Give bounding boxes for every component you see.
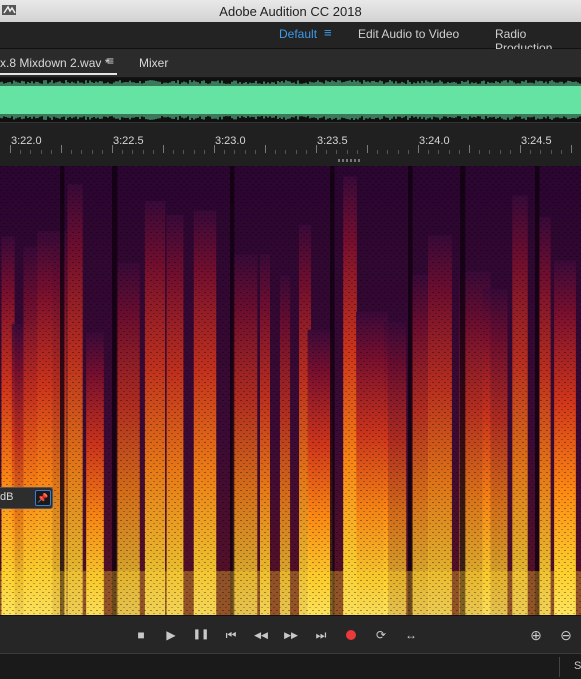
- ruler-tick: [265, 145, 266, 153]
- loop-icon[interactable]: ⟳: [371, 625, 391, 645]
- hud-volume-text: dB: [0, 491, 14, 503]
- record-dot: [346, 630, 356, 640]
- zoom-out-amplitude-icon[interactable]: ⊖: [556, 625, 576, 645]
- ruler-tick: [102, 150, 103, 154]
- ruler-tick: [132, 150, 133, 154]
- tab-file[interactable]: x.8 Mixdown 2.wav *: [0, 56, 109, 70]
- ruler-tick: [387, 150, 388, 154]
- ruler-tick: [234, 150, 235, 154]
- ruler-tick: [30, 150, 31, 154]
- status-divider: [559, 657, 560, 677]
- waveform-peaks: [0, 80, 581, 120]
- go-to-start-icon[interactable]: ⏮: [221, 625, 241, 645]
- skip-selection-icon[interactable]: ↔: [401, 625, 421, 645]
- hud-volume[interactable]: dB 📌: [0, 487, 53, 509]
- panel-resize-grip[interactable]: [338, 159, 362, 162]
- spectral-display[interactable]: dB 📌: [0, 166, 581, 615]
- ruler-tick: [540, 150, 541, 154]
- tab-mixer[interactable]: Mixer: [139, 56, 168, 70]
- ruler-tick: [10, 145, 11, 153]
- ruler-tick: [561, 150, 562, 154]
- stop-icon[interactable]: ■: [131, 625, 151, 645]
- pin-icon[interactable]: 📌: [35, 490, 51, 506]
- ruler-tick: [285, 150, 286, 154]
- fast-forward-icon[interactable]: ▶▶: [281, 625, 301, 645]
- workspace-bar: Default ≡ Edit Audio to Video Radio Prod…: [0, 22, 581, 55]
- tab-menu-icon[interactable]: ≡: [107, 54, 114, 68]
- ruler-tick: [173, 150, 174, 154]
- ruler-label: 3:23.0: [215, 135, 246, 147]
- status-bar: S: [0, 653, 581, 679]
- ruler-label: 3:24.0: [419, 135, 450, 147]
- ruler-tick: [520, 145, 521, 153]
- ruler-tick: [296, 150, 297, 154]
- ruler-tick: [347, 150, 348, 154]
- ruler-tick: [71, 150, 72, 154]
- rewind-icon[interactable]: ◀◀: [251, 625, 271, 645]
- ruler-tick: [224, 150, 225, 154]
- ruler-tick: [449, 150, 450, 154]
- play-icon[interactable]: ▶: [161, 625, 181, 645]
- ruler-tick: [367, 145, 368, 153]
- ruler-tick: [163, 145, 164, 153]
- ruler-tick: [194, 150, 195, 154]
- ruler-tick: [428, 150, 429, 154]
- editor-tabs: x.8 Mixdown 2.wav * ≡ Mixer: [0, 49, 581, 78]
- title-bar: Adobe Audition CC 2018: [0, 0, 581, 23]
- ruler-label: 3:22.5: [113, 135, 144, 147]
- record-icon[interactable]: [341, 625, 361, 645]
- ruler-tick: [438, 150, 439, 154]
- ruler-tick: [316, 145, 317, 153]
- ruler-tick: [336, 150, 337, 154]
- ruler-tick: [61, 145, 62, 153]
- ruler-tick: [459, 150, 460, 154]
- ruler-tick: [255, 150, 256, 154]
- ruler-tick: [510, 150, 511, 154]
- ruler-label: 3:24.5: [521, 135, 552, 147]
- ruler-tick: [204, 150, 205, 154]
- ruler-tick: [479, 150, 480, 154]
- workspace-default[interactable]: Default: [279, 27, 317, 41]
- window-title: Adobe Audition CC 2018: [219, 4, 362, 19]
- spectrogram: [0, 166, 581, 615]
- ruler-tick: [306, 150, 307, 154]
- ruler-tick: [489, 150, 490, 154]
- ruler-tick: [530, 150, 531, 154]
- go-to-end-icon[interactable]: ⏭: [311, 625, 331, 645]
- ruler-label: 3:22.0: [11, 135, 42, 147]
- ruler-tick: [81, 150, 82, 154]
- timeline-ruler[interactable]: 3:22.0 3:22.5 3:23.0 3:23.5 3:24.0 3:24.…: [0, 122, 581, 167]
- ruler-tick: [245, 150, 246, 154]
- ruler-tick: [571, 145, 572, 153]
- ruler-tick: [398, 150, 399, 154]
- ruler-tick: [408, 150, 409, 154]
- ruler-tick: [275, 150, 276, 154]
- ruler-tick: [377, 150, 378, 154]
- ruler-tick: [20, 150, 21, 154]
- ruler-tick: [183, 150, 184, 154]
- ruler-tick: [153, 150, 154, 154]
- ruler-tick: [214, 145, 215, 153]
- ruler-tick: [51, 150, 52, 154]
- active-tab-indicator: [0, 73, 117, 75]
- workspace-menu-icon[interactable]: ≡: [324, 25, 332, 40]
- ruler-tick: [357, 150, 358, 154]
- transport-bar: ■ ▶ ❚❚ ⏮ ◀◀ ▶▶ ⏭ ⟳ ↔ ⊕ ⊖: [0, 615, 581, 654]
- zoom-in-amplitude-icon[interactable]: ⊕: [526, 625, 546, 645]
- ruler-tick: [551, 150, 552, 154]
- ruler-tick: [92, 150, 93, 154]
- ruler-tick: [500, 150, 501, 154]
- ruler-label: 3:23.5: [317, 135, 348, 147]
- ruler-tick: [418, 145, 419, 153]
- ruler-tick: [112, 145, 113, 153]
- ruler-tick: [143, 150, 144, 154]
- ruler-tick: [122, 150, 123, 154]
- workspace-edit-audio-to-video[interactable]: Edit Audio to Video: [358, 27, 459, 41]
- ruler-tick: [326, 150, 327, 154]
- status-text: S: [574, 660, 581, 672]
- pause-icon[interactable]: ❚❚: [191, 625, 211, 645]
- ruler-tick: [41, 150, 42, 154]
- overview-waveform[interactable]: [0, 78, 581, 122]
- ruler-tick: [469, 145, 470, 153]
